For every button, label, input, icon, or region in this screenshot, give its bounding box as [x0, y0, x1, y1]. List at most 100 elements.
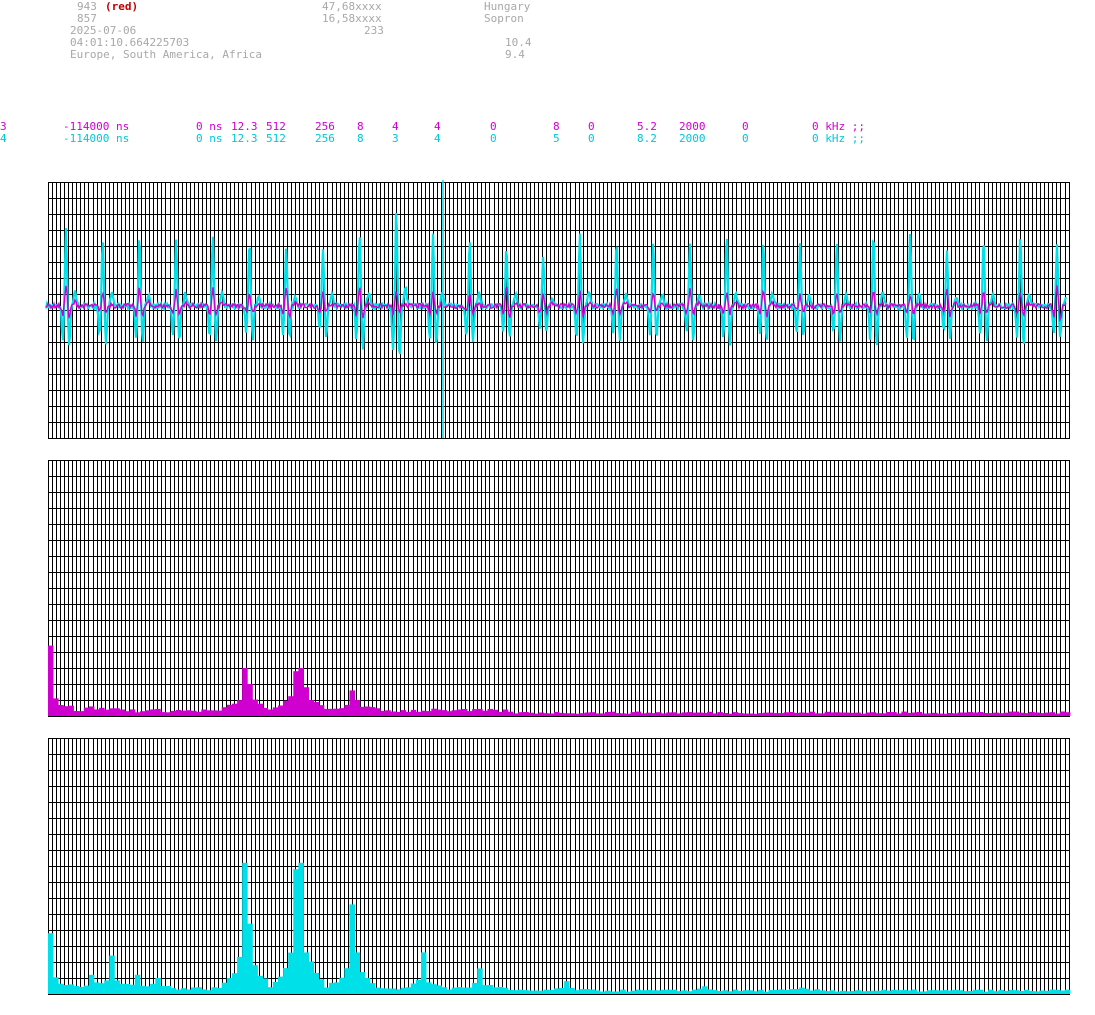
- param-zero: 0 ns: [196, 132, 223, 145]
- bar: [323, 987, 330, 994]
- bar: [375, 708, 381, 716]
- bar: [553, 711, 560, 716]
- bar: [247, 684, 253, 716]
- bar: [369, 983, 376, 994]
- bar: [978, 989, 984, 994]
- bar: [681, 712, 688, 716]
- bar: [226, 978, 233, 994]
- bar: [303, 687, 309, 716]
- bar: [53, 977, 59, 994]
- bar: [421, 952, 427, 994]
- bar: [216, 710, 223, 716]
- bar: [48, 933, 54, 994]
- bar: [114, 708, 120, 716]
- bar: [232, 973, 238, 994]
- param-v1: 12.3: [231, 132, 258, 145]
- bar: [58, 983, 64, 994]
- bar: [456, 709, 463, 716]
- bar: [242, 668, 248, 716]
- param-v5: 3: [392, 132, 399, 145]
- bar: [773, 990, 780, 994]
- bar: [906, 990, 912, 994]
- bar: [727, 991, 734, 994]
- bar: [697, 988, 703, 994]
- bar: [436, 709, 442, 716]
- bar: [124, 984, 131, 994]
- bar: [196, 987, 202, 994]
- bar: [686, 991, 693, 994]
- bar: [748, 990, 754, 994]
- bar: [283, 968, 289, 994]
- bar: [472, 709, 478, 716]
- bar: [732, 989, 739, 994]
- bar: [916, 712, 923, 716]
- bar: [1018, 991, 1025, 994]
- spectrum-chart-cyan: [48, 738, 1071, 995]
- bar: [896, 713, 902, 716]
- bar: [569, 713, 575, 716]
- value-b: 9.4: [505, 48, 525, 61]
- bar: [140, 985, 146, 994]
- bar: [436, 985, 442, 994]
- bar: [221, 982, 228, 994]
- bar: [298, 862, 304, 994]
- bar: [717, 712, 723, 716]
- bar: [778, 989, 785, 994]
- bar: [272, 982, 279, 994]
- bar: [794, 989, 800, 994]
- bar: [477, 968, 483, 994]
- bar: [717, 991, 723, 994]
- bar: [175, 989, 182, 994]
- bar: [911, 989, 918, 994]
- bar: [625, 991, 631, 994]
- bar: [921, 991, 928, 994]
- param-v10: 8.2: [637, 132, 657, 145]
- bar: [962, 712, 969, 716]
- bar: [329, 982, 335, 994]
- bar: [702, 986, 708, 994]
- bar: [390, 711, 396, 716]
- bar: [1064, 989, 1071, 994]
- bar: [564, 713, 570, 716]
- bar: [323, 708, 330, 716]
- bar: [988, 713, 994, 716]
- bar: [369, 707, 376, 716]
- bar: [589, 989, 596, 994]
- bar: [605, 712, 611, 716]
- bar: [1044, 990, 1050, 994]
- bar: [1029, 991, 1035, 994]
- bar: [175, 710, 182, 716]
- bar: [773, 713, 780, 716]
- bar: [645, 990, 652, 994]
- city: Sopron: [484, 12, 524, 25]
- bar: [651, 713, 657, 716]
- bar: [1008, 711, 1015, 716]
- bar: [538, 990, 545, 994]
- bar: [446, 989, 453, 994]
- bar: [635, 711, 642, 716]
- bar: [477, 708, 483, 716]
- bar: [993, 712, 999, 716]
- bar: [344, 968, 350, 994]
- bar: [875, 713, 882, 716]
- bar: [610, 711, 616, 716]
- param-v12: 0: [742, 132, 749, 145]
- bar: [783, 712, 790, 716]
- bar: [364, 978, 371, 994]
- bar: [1059, 711, 1066, 716]
- bar: [160, 986, 166, 994]
- bar: [599, 713, 606, 716]
- bar: [804, 988, 810, 994]
- bar: [380, 988, 386, 994]
- regions: Europe, South America, Africa: [70, 48, 263, 61]
- bar: [666, 712, 672, 716]
- bar: [891, 712, 897, 716]
- bar: [834, 991, 841, 994]
- bar: [599, 991, 606, 994]
- bar: [298, 668, 304, 716]
- bar: [1003, 990, 1010, 994]
- bar: [610, 991, 616, 994]
- bar: [237, 700, 243, 716]
- bar: [288, 696, 294, 716]
- bar: [303, 952, 309, 994]
